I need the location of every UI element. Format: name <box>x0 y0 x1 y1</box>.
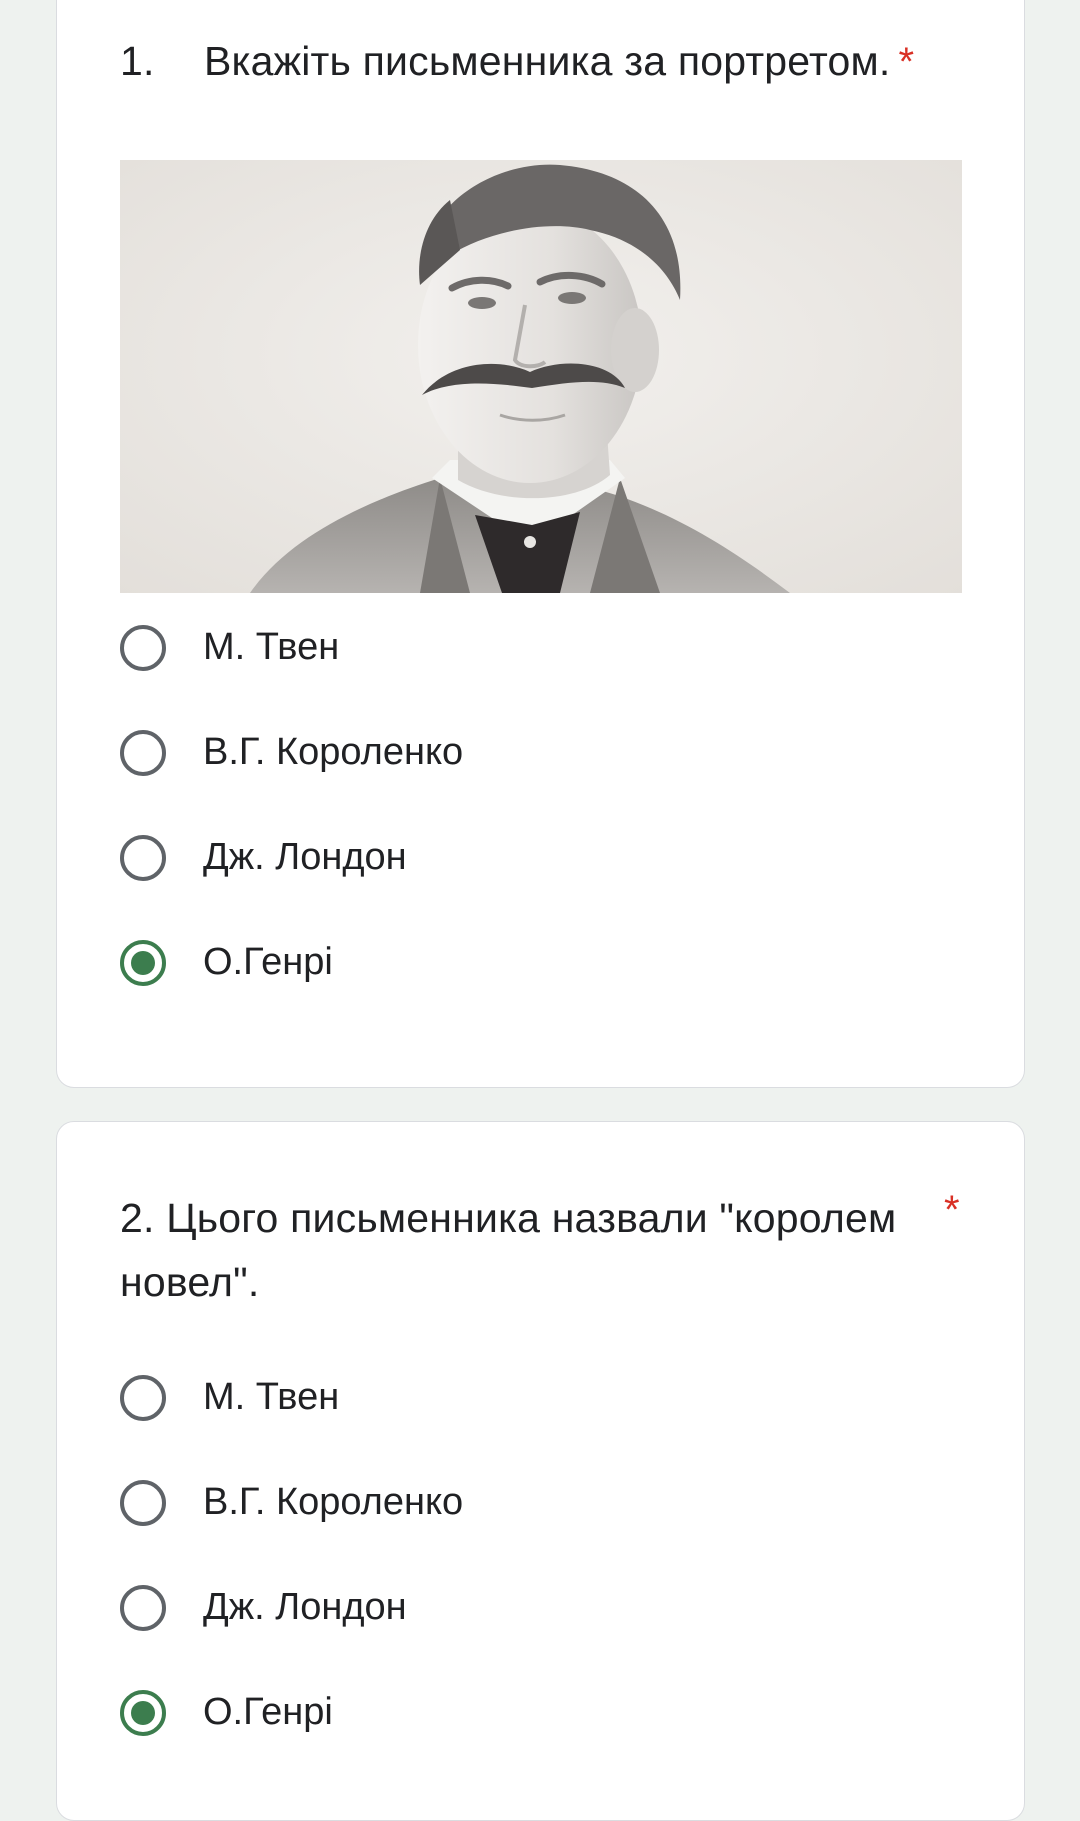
required-asterisk: * <box>944 1188 960 1232</box>
radio-button-selected[interactable] <box>120 939 166 986</box>
option-tven[interactable]: М. Твен <box>120 595 463 700</box>
question-number: 1. <box>120 38 155 84</box>
option-label: О.Генрі <box>203 941 333 983</box>
question-text: Вкажіть письменника за портретом. <box>204 38 891 84</box>
option-henry[interactable]: О.Генрі <box>120 910 463 1015</box>
question-number: 2. <box>120 1195 155 1241</box>
question-card-1: 1. Вкажіть письменника за портретом. * М… <box>56 0 1025 1088</box>
radio-button-selected[interactable] <box>120 1689 166 1736</box>
option-korolenko[interactable]: В.Г. Короленко <box>120 700 463 805</box>
option-label: Дж. Лондон <box>203 1586 407 1628</box>
option-london[interactable]: Дж. Лондон <box>120 1555 463 1660</box>
question-title-2: 2. Цього письменника назвали "королем но… <box>120 1186 910 1314</box>
option-henry[interactable]: О.Генрі <box>120 1660 463 1765</box>
option-label: В.Г. Короленко <box>203 1481 464 1523</box>
radio-dot <box>131 1700 155 1725</box>
option-label: О.Генрі <box>203 1691 333 1733</box>
option-korolenko[interactable]: В.Г. Короленко <box>120 1450 463 1555</box>
radio-button[interactable] <box>120 834 166 881</box>
question-text: Цього письменника назвали "королем новел… <box>120 1195 897 1305</box>
radio-button[interactable] <box>120 729 166 776</box>
option-tven[interactable]: М. Твен <box>120 1345 463 1450</box>
radio-button[interactable] <box>120 1479 166 1526</box>
option-label: Дж. Лондон <box>203 836 407 878</box>
required-asterisk: * <box>898 40 915 84</box>
options-list-2: М. Твен В.Г. Короленко Дж. Лондон О.Генр… <box>120 1345 463 1765</box>
portrait-photo <box>120 160 962 593</box>
portrait-image <box>120 160 962 593</box>
options-list-1: М. Твен В.Г. Короленко Дж. Лондон О.Генр… <box>120 595 463 1015</box>
question-title-1: 1. Вкажіть письменника за портретом. * <box>120 29 980 94</box>
option-label: В.Г. Короленко <box>203 731 464 773</box>
radio-button[interactable] <box>120 1584 166 1631</box>
radio-button[interactable] <box>120 1374 166 1421</box>
question-card-2: 2. Цього письменника назвали "королем но… <box>56 1121 1025 1821</box>
option-label: М. Твен <box>203 1376 340 1418</box>
option-london[interactable]: Дж. Лондон <box>120 805 463 910</box>
option-label: М. Твен <box>203 626 340 668</box>
radio-button[interactable] <box>120 624 166 671</box>
radio-dot <box>131 950 155 975</box>
